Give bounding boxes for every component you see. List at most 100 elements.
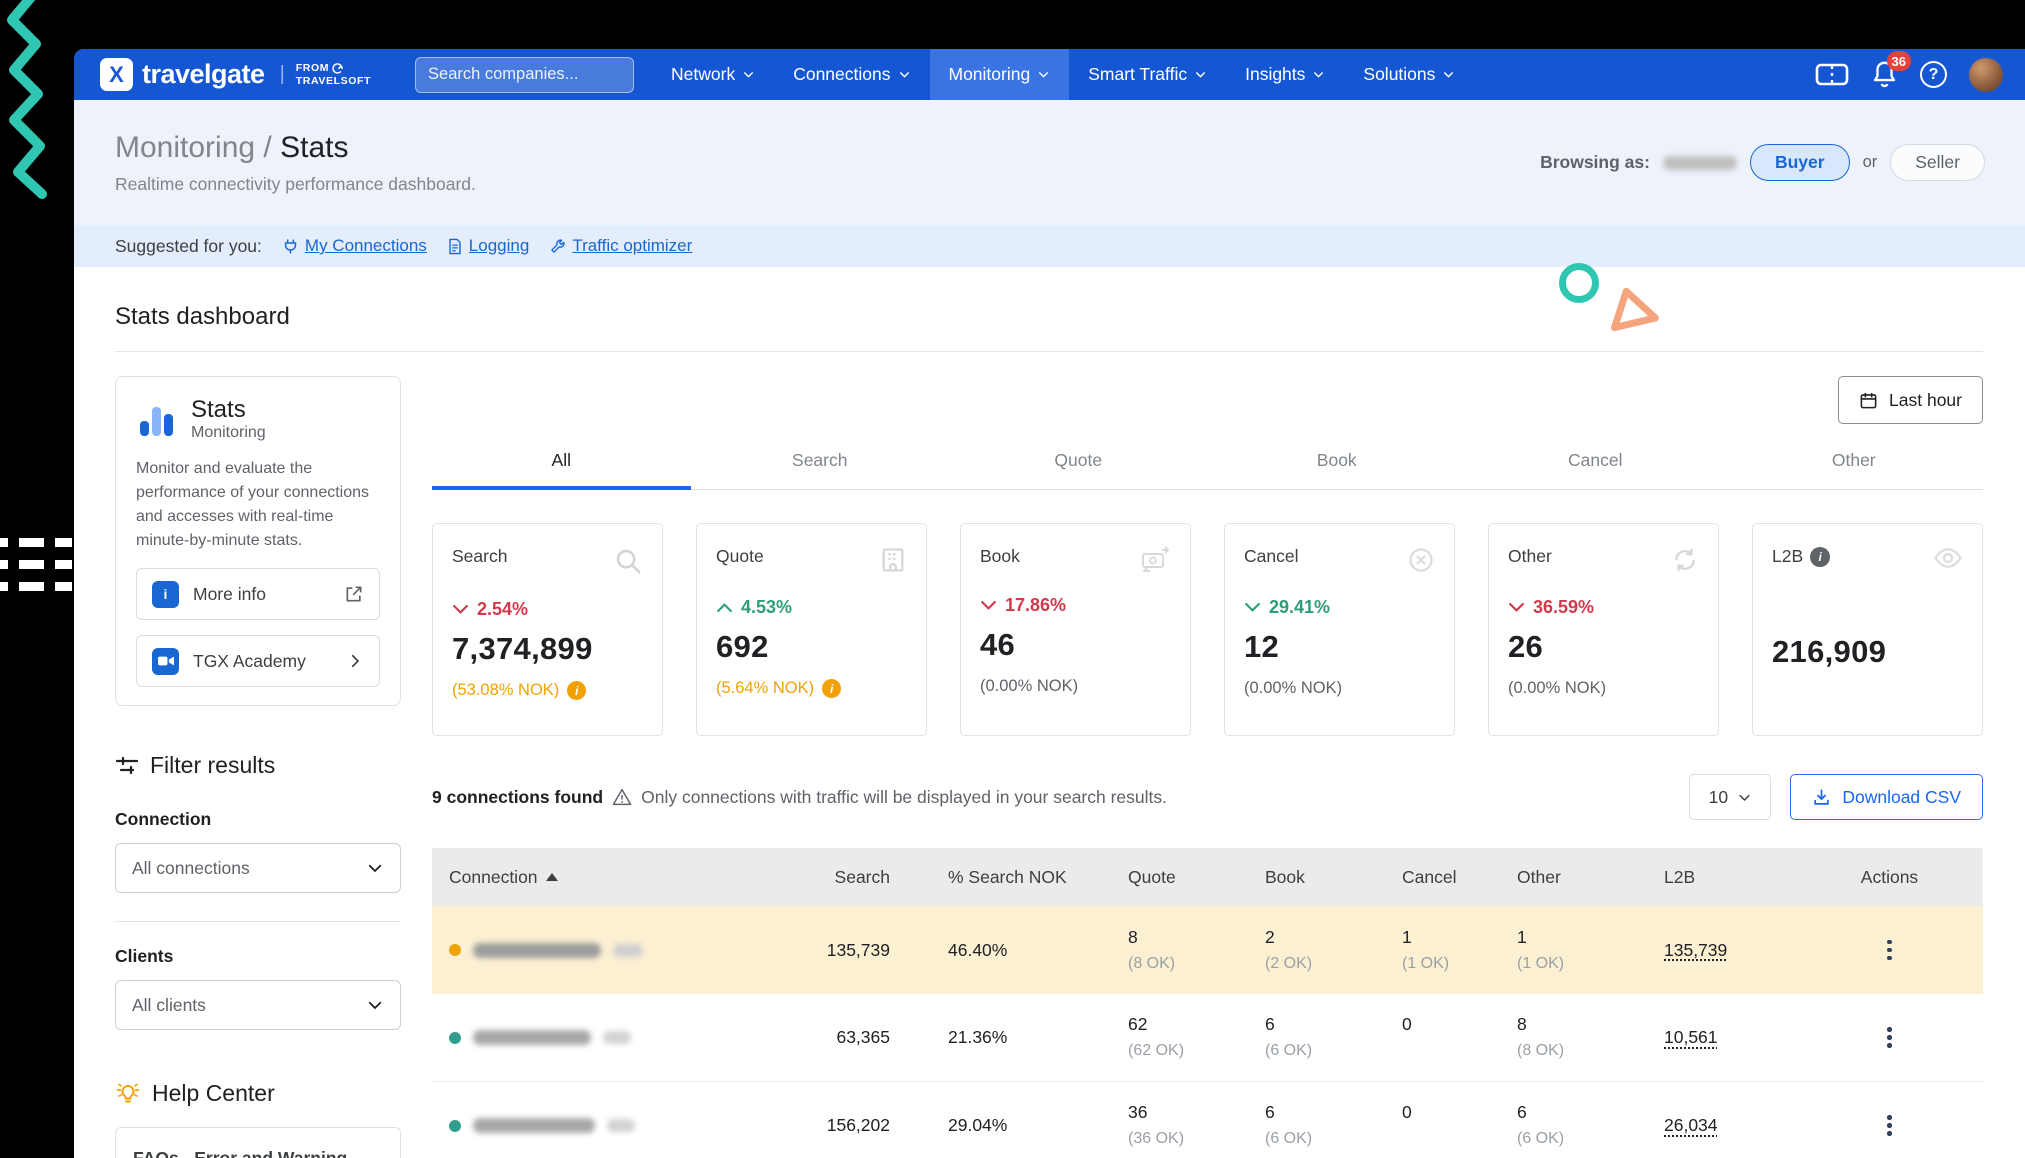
status-dot-warning xyxy=(449,944,461,956)
connection-filter-select[interactable]: All connections xyxy=(115,843,401,893)
trend-down-icon xyxy=(452,603,469,616)
redacted-connection-suffix xyxy=(613,944,643,957)
tgx-academy-button[interactable]: TGX Academy xyxy=(136,635,380,687)
time-range-button[interactable]: Last hour xyxy=(1838,376,1983,424)
breadcrumb-section[interactable]: Monitoring xyxy=(115,131,255,164)
clients-filter-select[interactable]: All clients xyxy=(115,980,401,1030)
l2b-value-link[interactable]: 10,561 xyxy=(1664,1027,1718,1047)
chevron-down-icon xyxy=(898,68,911,81)
seller-toggle-button[interactable]: Seller xyxy=(1890,144,1985,181)
table-row[interactable]: 135,739 46.40% 8(8 OK) 2(2 OK) 1(1 OK) 1… xyxy=(432,906,1983,994)
help-center-heading: Help Center xyxy=(115,1080,401,1107)
metric-card-book: Book 17.86% 46 (0.00% NOK) xyxy=(960,523,1191,736)
user-avatar[interactable] xyxy=(1969,58,2003,92)
nok-percentage: (0.00% NOK) xyxy=(1244,679,1435,698)
link-logging[interactable]: Logging xyxy=(447,236,530,256)
tab-all[interactable]: All xyxy=(432,450,691,490)
help-icon[interactable]: ? xyxy=(1920,61,1947,88)
video-camera-icon xyxy=(152,648,179,675)
trend-down-icon xyxy=(1244,601,1261,614)
search-input[interactable] xyxy=(428,65,621,84)
l2b-value-link[interactable]: 26,034 xyxy=(1664,1115,1718,1135)
page-size-select[interactable]: 10 xyxy=(1689,774,1771,820)
ticket-icon[interactable] xyxy=(1815,62,1849,87)
magnifier-icon xyxy=(613,546,643,576)
column-header-connection[interactable]: Connection xyxy=(432,867,740,888)
connection-filter-label: Connection xyxy=(115,809,401,830)
tab-book[interactable]: Book xyxy=(1208,450,1467,489)
travelgate-x-logo-icon: X xyxy=(100,58,133,91)
menu-item-insights[interactable]: Insights xyxy=(1226,49,1344,100)
download-icon xyxy=(1812,788,1831,807)
menu-item-monitoring[interactable]: Monitoring xyxy=(930,49,1070,100)
stats-card-subtitle: Monitoring xyxy=(191,424,266,442)
menu-item-smart-traffic[interactable]: Smart Traffic xyxy=(1069,49,1226,100)
stats-tabs: All Search Quote Book Cancel Other xyxy=(432,450,1983,490)
filter-icon xyxy=(115,755,139,777)
l2b-value-link[interactable]: 135,739 xyxy=(1664,940,1727,960)
book-count: 6 xyxy=(1265,1014,1376,1035)
chevron-down-icon xyxy=(1442,68,1455,81)
info-badge-icon[interactable]: i xyxy=(567,681,586,700)
chevron-down-icon xyxy=(366,996,384,1014)
column-header-search-nok[interactable]: % Search NOK xyxy=(892,867,1088,888)
row-actions-menu[interactable] xyxy=(1796,1115,1983,1136)
search-count: 135,739 xyxy=(740,940,892,961)
more-info-button[interactable]: i More info xyxy=(136,568,380,620)
browsing-as-switch: Browsing as: Buyer or Seller xyxy=(1540,144,1985,181)
page-title: Stats xyxy=(280,131,348,164)
traffic-notice: Only connections with traffic will be di… xyxy=(641,787,1167,808)
column-header-l2b[interactable]: L2B xyxy=(1624,867,1796,888)
bar-chart-icon xyxy=(136,399,178,441)
download-csv-button[interactable]: Download CSV xyxy=(1790,774,1983,820)
travelgate-logo[interactable]: X travelgate | FROM TRAVELSOFT xyxy=(100,58,371,91)
menu-item-network[interactable]: Network xyxy=(652,49,774,100)
link-traffic-optimizer[interactable]: Traffic optimizer xyxy=(549,236,692,256)
status-dot-ok xyxy=(449,1032,461,1044)
breadcrumb-separator: / xyxy=(263,131,271,164)
menu-item-connections[interactable]: Connections xyxy=(774,49,929,100)
table-row[interactable]: 63,365 21.36% 62(62 OK) 6(6 OK) 0 8(8 OK… xyxy=(432,994,1983,1082)
redacted-connection-suffix xyxy=(603,1031,631,1044)
link-my-connections[interactable]: My Connections xyxy=(282,236,427,256)
calendar-icon xyxy=(1859,391,1878,410)
metric-value: 26 xyxy=(1508,629,1699,665)
quote-ok: (36 OK) xyxy=(1128,1130,1236,1149)
notifications-bell-icon[interactable]: 36 xyxy=(1871,60,1898,89)
company-search xyxy=(415,57,634,93)
menu-item-solutions[interactable]: Solutions xyxy=(1344,49,1474,100)
column-header-search[interactable]: Search xyxy=(740,867,892,888)
warning-icon xyxy=(612,788,632,806)
search-count: 63,365 xyxy=(740,1027,892,1048)
row-actions-menu[interactable] xyxy=(1796,1027,1983,1048)
metric-value: 692 xyxy=(716,629,907,665)
suggested-bar: Suggested for you: My Connections Loggin… xyxy=(74,225,2025,267)
buyer-toggle-button[interactable]: Buyer xyxy=(1750,144,1850,181)
chevron-down-icon xyxy=(366,859,384,877)
tab-other[interactable]: Other xyxy=(1725,450,1984,489)
info-badge-icon[interactable]: i xyxy=(822,679,841,698)
book-count: 6 xyxy=(1265,1102,1376,1123)
info-badge-icon[interactable]: i xyxy=(1810,547,1830,567)
table-header-row: Connection Search % Search NOK Quote Boo… xyxy=(432,848,1983,906)
main-content: Stats dashboard Stats Monitoring xyxy=(74,267,2025,1158)
table-row[interactable]: 156,202 29.04% 36(36 OK) 6(6 OK) 0 6(6 O… xyxy=(432,1082,1983,1158)
trend-indicator: 36.59% xyxy=(1508,597,1699,618)
quote-count: 62 xyxy=(1128,1014,1236,1035)
book-ok: (6 OK) xyxy=(1265,1130,1376,1149)
trend-indicator: 17.86% xyxy=(980,595,1171,616)
refresh-icon xyxy=(1671,546,1699,574)
tab-quote[interactable]: Quote xyxy=(949,450,1208,489)
column-header-book[interactable]: Book xyxy=(1236,867,1376,888)
chevron-down-icon xyxy=(1312,68,1325,81)
other-ok: (6 OK) xyxy=(1517,1130,1624,1149)
row-actions-menu[interactable] xyxy=(1796,940,1983,961)
column-header-quote[interactable]: Quote xyxy=(1088,867,1236,888)
column-header-other[interactable]: Other xyxy=(1502,867,1624,888)
results-toolbar: 9 connections found Only connections wit… xyxy=(432,774,1983,820)
metric-value: 12 xyxy=(1244,629,1435,665)
tab-cancel[interactable]: Cancel xyxy=(1466,450,1725,489)
faq-link-card[interactable]: FAQs - Error and Warning Codes xyxy=(115,1127,401,1158)
tab-search[interactable]: Search xyxy=(691,450,950,489)
column-header-cancel[interactable]: Cancel xyxy=(1376,867,1502,888)
